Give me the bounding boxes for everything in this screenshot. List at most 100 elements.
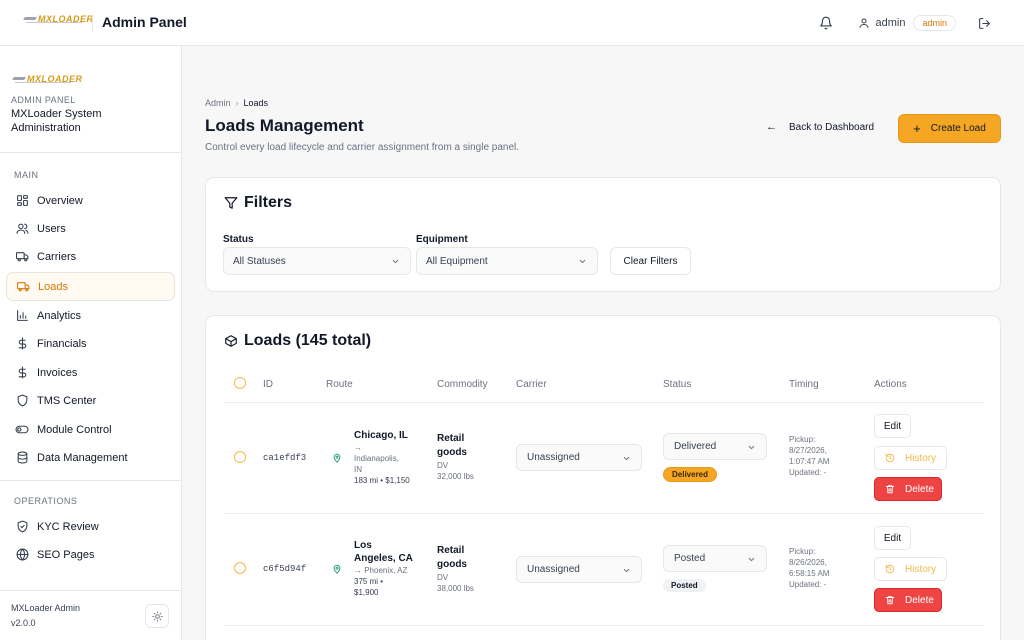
- chevron-down-icon: [746, 554, 756, 564]
- toggle-icon: [14, 422, 30, 438]
- route-cell: Chicago, IL → Indianapolis, IN 183 mi • …: [354, 429, 424, 486]
- bell-icon[interactable]: [816, 13, 836, 33]
- column-header-status[interactable]: Status: [663, 379, 691, 390]
- chevron-down-icon: [621, 565, 631, 575]
- carrier-value: Unassigned: [527, 564, 580, 575]
- pickup-line: 8/26/2026,: [789, 558, 827, 567]
- carrier-select[interactable]: Unassigned: [516, 444, 642, 471]
- delete-label: Delete: [905, 483, 934, 495]
- logo-wordmark: MXLOADER: [24, 14, 94, 24]
- shield-check-icon: [14, 519, 30, 535]
- updated-line: Updated: -: [789, 468, 827, 477]
- sidebar-divider: [0, 590, 182, 591]
- brand-logo[interactable]: MXLOADER: [24, 14, 94, 24]
- sidebar-item-financials[interactable]: Financials: [6, 329, 175, 358]
- load-weight: 32,000 lbs: [437, 472, 474, 481]
- sidebar-logo[interactable]: MXLOADER: [13, 69, 83, 87]
- page-subtitle: Control every load lifecycle and carrier…: [205, 142, 520, 153]
- load-id[interactable]: c6f5d94f: [263, 564, 306, 574]
- clear-filters-button[interactable]: Clear Filters: [610, 247, 691, 275]
- sidebar-item-label: Overview: [37, 194, 83, 207]
- delete-label: Delete: [905, 594, 934, 606]
- sidebar-org-name: MXLoader System Administration: [11, 108, 102, 134]
- breadcrumb: Admin › Loads: [205, 98, 268, 108]
- route-destination-line: Indianapolis,: [354, 454, 399, 463]
- create-label: Create Load: [930, 123, 986, 134]
- sidebar-item-invoices[interactable]: Invoices: [6, 358, 175, 387]
- column-header-carrier[interactable]: Carrier: [516, 379, 547, 390]
- row-checkbox[interactable]: [234, 562, 246, 574]
- sidebar-item-loads[interactable]: Loads: [6, 272, 175, 301]
- equipment-type: DV: [437, 461, 449, 470]
- status-select[interactable]: Posted: [663, 545, 767, 572]
- back-label: Back to Dashboard: [789, 121, 875, 133]
- back-to-dashboard-button[interactable]: ← Back to Dashboard: [766, 121, 874, 133]
- sidebar-section-operations: OPERATIONS: [14, 496, 78, 506]
- table-divider: [224, 513, 984, 514]
- header-actions: admin admin: [816, 13, 994, 33]
- filters-card: Filters Status All Statuses Equipment Al…: [205, 177, 1001, 292]
- sidebar-item-overview[interactable]: Overview: [6, 186, 175, 215]
- column-header-id[interactable]: ID: [263, 379, 273, 390]
- pickup-line: Pickup:: [789, 435, 816, 444]
- sidebar-item-carriers[interactable]: Carriers: [6, 242, 175, 271]
- pickup-line: 8/27/2026,: [789, 446, 827, 455]
- sidebar-item-users[interactable]: Users: [6, 214, 175, 243]
- updated-line: Updated: -: [789, 580, 827, 589]
- loads-heading: Loads (145 total): [223, 332, 371, 350]
- sidebar-item-label: Data Management: [37, 451, 128, 464]
- sidebar-item-kyc-review[interactable]: KYC Review: [6, 512, 175, 541]
- theme-toggle-button[interactable]: [145, 604, 169, 628]
- select-all-checkbox[interactable]: [234, 377, 246, 389]
- breadcrumb-current: Loads: [243, 98, 269, 108]
- logout-icon[interactable]: [974, 13, 994, 33]
- filters-heading: Filters: [223, 194, 292, 212]
- row-checkbox[interactable]: [234, 451, 246, 463]
- bar-chart-icon: [14, 308, 30, 324]
- breadcrumb-root[interactable]: Admin: [205, 98, 231, 108]
- status-filter-select[interactable]: All Statuses: [223, 247, 411, 275]
- carrier-select[interactable]: Unassigned: [516, 556, 642, 583]
- column-header-commodity[interactable]: Commodity: [437, 379, 488, 390]
- pickup-line: 6:58:15 AM: [789, 569, 830, 578]
- timing-cell: Pickup: 8/27/2026, 1:07:47 AM Updated: -: [789, 434, 859, 478]
- users-icon: [14, 221, 30, 237]
- route-origin: Angeles, CA: [354, 553, 413, 564]
- status-select[interactable]: Delivered: [663, 433, 767, 460]
- route-destination-line: → Phoenix, AZ: [354, 566, 408, 575]
- edit-button[interactable]: Edit: [874, 526, 911, 550]
- grid-icon: [14, 193, 30, 209]
- edit-button[interactable]: Edit: [874, 414, 911, 438]
- sidebar-item-label: Carriers: [37, 250, 77, 263]
- history-button[interactable]: History: [874, 557, 947, 581]
- sidebar-item-tms-center[interactable]: TMS Center: [6, 386, 175, 415]
- equipment-type: DV: [437, 573, 449, 582]
- chevron-down-icon: [746, 442, 756, 452]
- sidebar-item-data-management[interactable]: Data Management: [6, 443, 175, 472]
- trash-icon: [884, 484, 895, 495]
- sidebar-item-seo-pages[interactable]: SEO Pages: [6, 540, 175, 569]
- sun-icon: [151, 610, 163, 622]
- app-title: Admin Panel: [102, 14, 187, 30]
- sidebar-item-module-control[interactable]: Module Control: [6, 415, 175, 444]
- user-menu[interactable]: admin admin: [854, 13, 956, 33]
- load-id[interactable]: ca1efdf3: [263, 453, 306, 463]
- status-filter-label: Status: [223, 234, 254, 245]
- user-name: admin: [875, 17, 906, 29]
- create-load-button[interactable]: + Create Load: [898, 114, 1001, 143]
- equipment-filter-select[interactable]: All Equipment: [416, 247, 598, 275]
- route-meta: $1,900: [354, 588, 379, 597]
- timing-cell: Pickup: 8/26/2026, 6:58:15 AM Updated: -: [789, 546, 859, 590]
- chevron-right-icon: ›: [235, 98, 239, 108]
- sidebar-item-label: Module Control: [37, 423, 112, 436]
- loads-card: Loads (145 total) ID Route Commodity Car…: [205, 315, 1001, 640]
- dollar-icon: [14, 336, 30, 352]
- sidebar-item-analytics[interactable]: Analytics: [6, 301, 175, 330]
- delete-button[interactable]: Delete: [874, 588, 942, 612]
- column-header-timing[interactable]: Timing: [789, 379, 819, 390]
- plus-icon: +: [913, 121, 921, 136]
- delete-button[interactable]: Delete: [874, 477, 942, 501]
- route-origin: Los: [354, 540, 372, 551]
- history-button[interactable]: History: [874, 446, 947, 470]
- column-header-route[interactable]: Route: [326, 379, 353, 390]
